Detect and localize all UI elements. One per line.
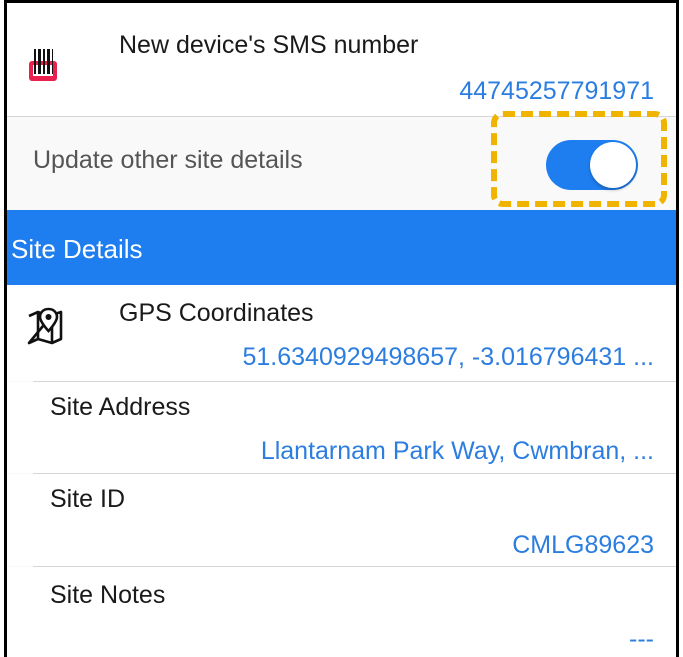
sms-number-row[interactable]: New device's SMS number 44745257791971 (7, 3, 676, 116)
gps-coordinates-row[interactable]: GPS Coordinates 51.6340929498657, -3.016… (7, 285, 676, 381)
site-address-row[interactable]: Site Address Llantarnam Park Way, Cwmbra… (7, 382, 676, 473)
site-notes-value: --- (629, 625, 654, 653)
site-notes-row[interactable]: Site Notes --- (7, 567, 676, 657)
gps-coordinates-label: GPS Coordinates (119, 299, 314, 327)
site-address-label: Site Address (50, 393, 191, 421)
site-address-value: Llantarnam Park Way, Cwmbran, ... (260, 437, 654, 465)
site-id-row[interactable]: Site ID CMLG89623 (7, 474, 676, 566)
gps-coordinates-value: 51.6340929498657, -3.016796431 ... (242, 343, 655, 371)
site-id-label: Site ID (50, 485, 126, 513)
toggle-highlight (491, 111, 667, 207)
map-pin-icon (27, 307, 63, 345)
section-title: Site Details (11, 234, 143, 264)
site-id-value: CMLG89623 (512, 531, 654, 559)
barcode-icon (29, 49, 57, 81)
site-details-header: Site Details (7, 210, 676, 285)
sms-number-value: 44745257791971 (459, 77, 654, 105)
sms-number-label: New device's SMS number (119, 31, 419, 59)
site-notes-label: Site Notes (50, 581, 166, 609)
app-frame: New device's SMS number 44745257791971 U… (4, 0, 679, 657)
update-site-details-label: Update other site details (33, 146, 303, 174)
